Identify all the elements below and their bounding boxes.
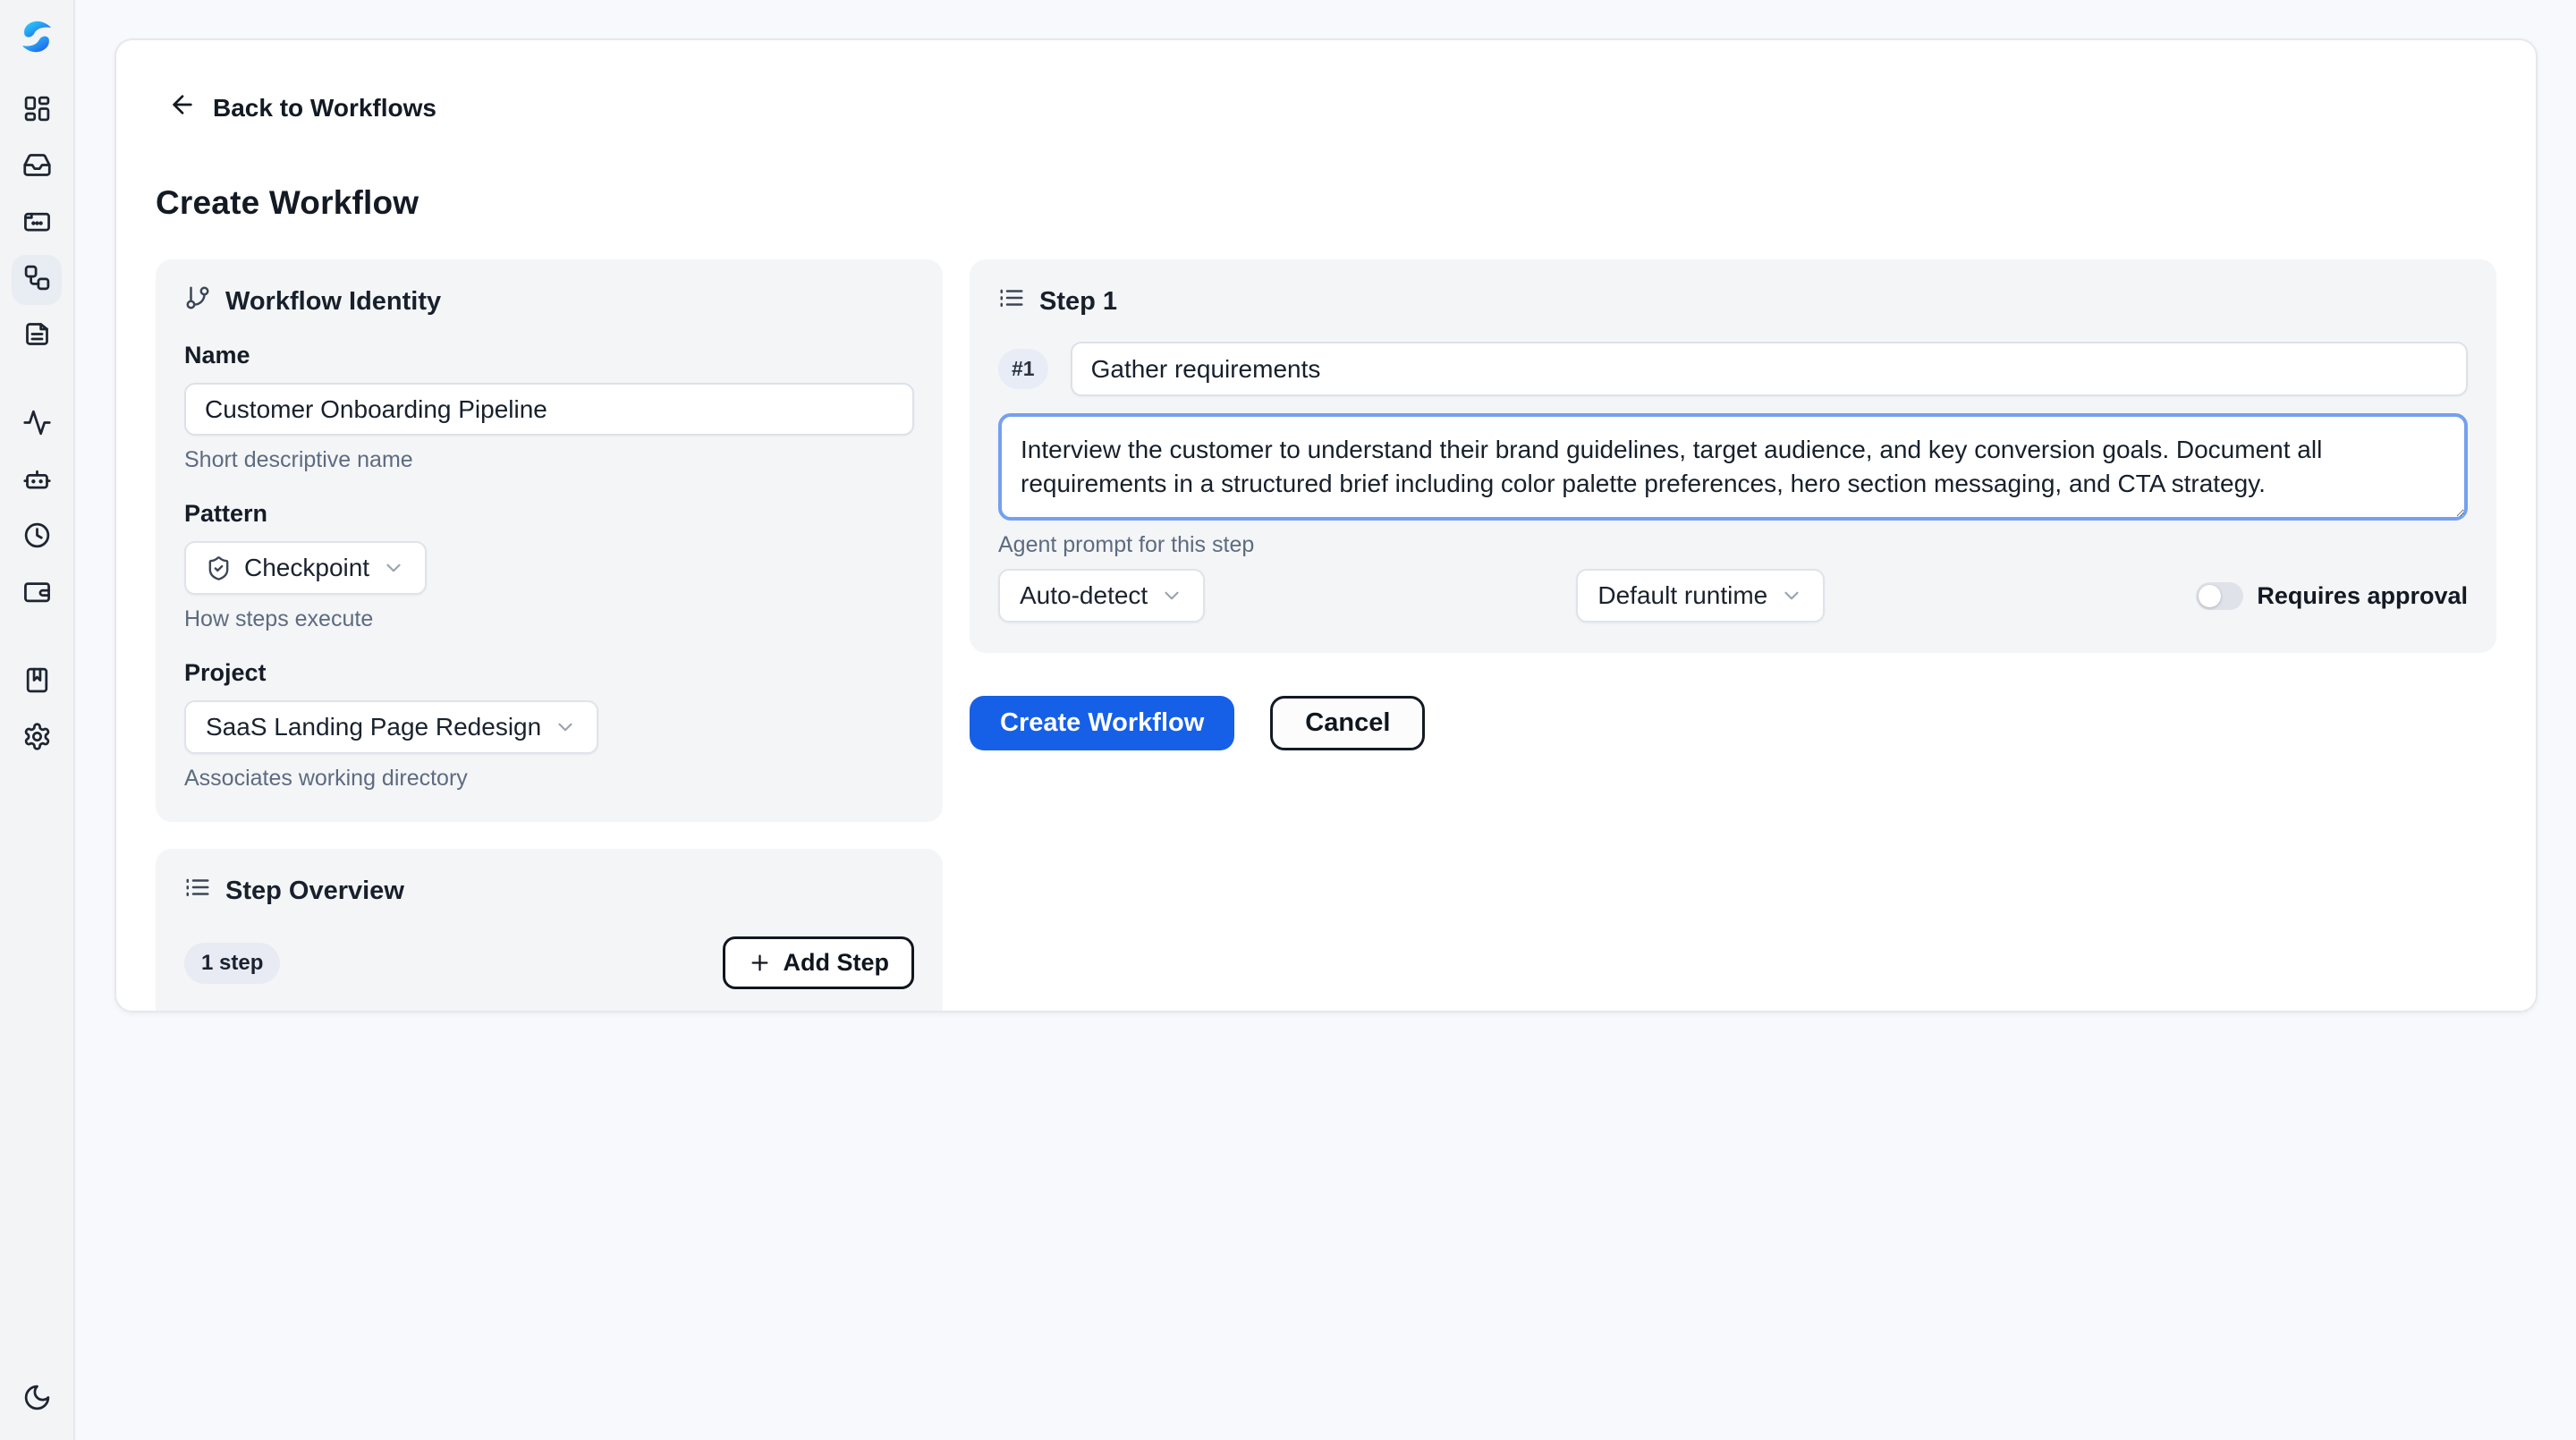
step-index-badge: #1 [998, 349, 1048, 389]
workflow-identity-panel: Workflow Identity Name Short descriptive… [156, 259, 943, 822]
chevron-down-icon [1780, 584, 1803, 607]
sidebar-item-workflows[interactable] [12, 255, 62, 305]
toggle-knob [2199, 585, 2221, 607]
step-overview-panel: Step Overview 1 step Add Step #1 Gather … [156, 849, 943, 1012]
list-icon [998, 284, 1025, 318]
project-value: SaaS Landing Page Redesign [206, 713, 541, 741]
folder-dot-icon [22, 207, 52, 241]
activity-icon [22, 408, 52, 442]
book-marked-icon [22, 665, 52, 699]
create-workflow-button[interactable]: Create Workflow [970, 696, 1234, 750]
clock-icon [22, 521, 52, 555]
back-label: Back to Workflows [213, 94, 436, 123]
chevron-down-icon [554, 716, 577, 739]
bot-icon [22, 464, 52, 498]
runtime-value: Default runtime [1597, 581, 1767, 610]
git-branch-icon [184, 284, 211, 318]
pattern-helper: How steps execute [184, 606, 914, 632]
project-label: Project [184, 659, 914, 687]
wallet-icon [22, 577, 52, 611]
add-step-button[interactable]: Add Step [723, 936, 915, 989]
sidebar-item-billing[interactable] [12, 569, 62, 619]
sidebar-item-projects[interactable] [12, 199, 62, 249]
app-logo[interactable] [16, 16, 57, 57]
name-helper: Short descriptive name [184, 447, 914, 473]
sidebar-item-history[interactable] [12, 512, 62, 563]
inbox-icon [22, 150, 52, 184]
sidebar-item-activity[interactable] [12, 400, 62, 450]
pattern-value: Checkpoint [244, 554, 369, 582]
arrow-left-icon [168, 90, 197, 125]
requires-approval-toggle[interactable] [2196, 582, 2243, 610]
overview-panel-title: Step Overview [225, 877, 404, 906]
sidebar-item-inbox[interactable] [12, 142, 62, 192]
project-helper: Associates working directory [184, 766, 914, 792]
requires-approval-label: Requires approval [2257, 582, 2468, 610]
name-label: Name [184, 342, 914, 369]
step-name-input[interactable] [1071, 342, 2468, 396]
list-icon [184, 874, 211, 908]
moon-icon [22, 1383, 52, 1417]
identity-panel-title: Workflow Identity [225, 287, 441, 317]
model-select[interactable]: Auto-detect [998, 569, 1205, 623]
sidebar-item-documents[interactable] [12, 311, 62, 361]
step-count-badge: 1 step [184, 943, 280, 984]
theme-toggle-button[interactable] [12, 1375, 62, 1425]
main-content: Back to Workflows Create Workflow Workfl… [75, 0, 2576, 1440]
layout-dashboard-icon [22, 94, 52, 128]
gear-icon [22, 722, 52, 756]
workflow-icon [22, 263, 52, 297]
sidebar-item-settings[interactable] [12, 714, 62, 764]
create-workflow-surface: Back to Workflows Create Workflow Workfl… [114, 38, 2538, 1012]
sidebar [0, 0, 75, 1440]
pattern-label: Pattern [184, 500, 914, 528]
file-text-icon [22, 319, 52, 353]
project-select[interactable]: SaaS Landing Page Redesign [184, 700, 598, 754]
prompt-helper: Agent prompt for this step [998, 532, 2468, 558]
sidebar-item-dashboard[interactable] [12, 86, 62, 136]
page-title: Create Workflow [156, 184, 2496, 222]
workflow-name-input[interactable] [184, 383, 914, 436]
sidebar-item-agents[interactable] [12, 456, 62, 506]
add-step-label: Add Step [784, 949, 890, 977]
chevron-down-icon [1160, 584, 1183, 607]
cancel-button[interactable]: Cancel [1270, 696, 1425, 750]
chevron-down-icon [382, 556, 405, 580]
shield-check-icon [206, 555, 232, 581]
pattern-select[interactable]: Checkpoint [184, 541, 427, 595]
plus-icon [748, 951, 772, 975]
model-value: Auto-detect [1020, 581, 1148, 610]
step-panel-title: Step 1 [1039, 287, 1117, 317]
sidebar-item-library[interactable] [12, 657, 62, 707]
step-1-panel: Step 1 #1 Agent prompt for this step Aut… [970, 259, 2496, 653]
step-prompt-textarea[interactable] [998, 413, 2468, 521]
runtime-select[interactable]: Default runtime [1576, 569, 1825, 623]
back-to-workflows-link[interactable]: Back to Workflows [168, 90, 436, 125]
